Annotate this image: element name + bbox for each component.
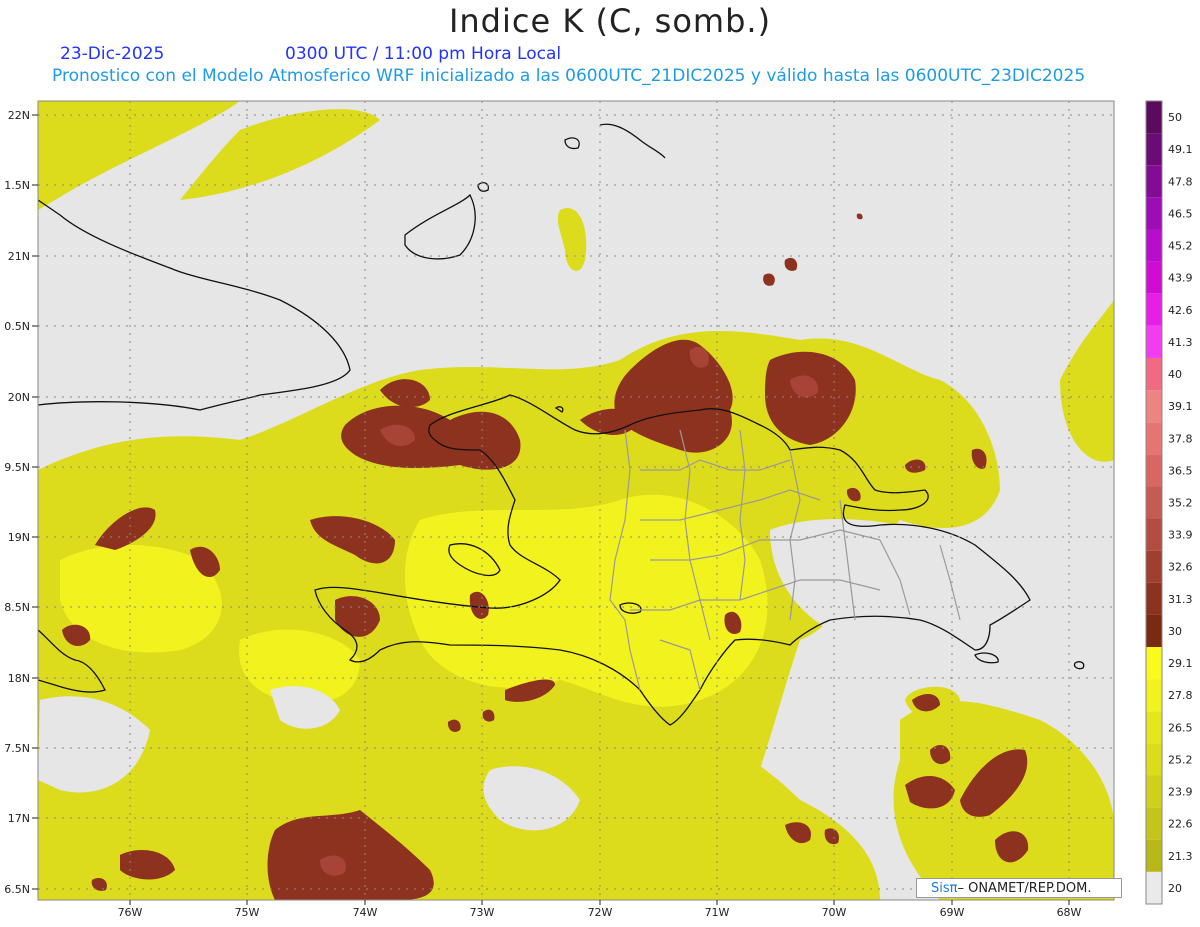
- lon-label: 68W: [1057, 906, 1082, 919]
- colorbar-swatch: [1146, 390, 1162, 423]
- lat-label: 20N: [8, 391, 30, 404]
- lon-label: 72W: [588, 906, 613, 919]
- colorbar-swatch: [1146, 357, 1162, 391]
- lat-label: 17N: [8, 812, 30, 825]
- colorbar-swatch: [1146, 454, 1162, 487]
- colorbar-swatch: [1146, 197, 1162, 230]
- k-index-map: 22N 1.5N 21N 0.5N 20N 9.5N 19N 8.5N 18N …: [4, 100, 1193, 919]
- colorbar-label: 20: [1168, 882, 1182, 895]
- lon-label: 74W: [353, 906, 378, 919]
- colorbar-swatch: [1146, 679, 1162, 712]
- longitude-ticks: [129, 900, 1070, 905]
- colorbar-swatch: [1146, 422, 1162, 455]
- lat-label: 0.5N: [4, 320, 30, 333]
- colorbar-label: 26.5: [1168, 721, 1193, 734]
- colorbar-label: 50: [1168, 111, 1182, 124]
- colorbar-swatch: [1146, 518, 1162, 551]
- colorbar-label: 35.2: [1168, 497, 1193, 510]
- colorbar-label: 46.5: [1168, 207, 1193, 220]
- longitude-labels: 76W 75W 74W 73W 72W 71W 70W 69W 68W: [118, 906, 1082, 919]
- lat-label: 7.5N: [4, 742, 30, 755]
- colorbar-label: 39.1: [1168, 400, 1193, 413]
- lon-label: 69W: [940, 906, 965, 919]
- colorbar-swatch: [1146, 293, 1162, 326]
- lon-label: 70W: [822, 906, 847, 919]
- colorbar-swatch: [1146, 325, 1162, 358]
- lat-label: 6.5N: [4, 883, 30, 896]
- lat-label: 9.5N: [4, 461, 30, 474]
- colorbar-swatch: [1146, 101, 1162, 134]
- colorbar-label: 31.3: [1168, 593, 1193, 606]
- colorbar-swatch: [1146, 582, 1162, 615]
- colorbar-label: 29.1: [1168, 657, 1193, 670]
- colorbar-label: 30: [1168, 625, 1182, 638]
- colorbar-label: 49.1: [1168, 143, 1193, 156]
- lat-label: 19N: [8, 531, 30, 544]
- lon-label: 76W: [118, 906, 143, 919]
- colorbar: 50 49.1 47.8 46.5 45.2 43.9 42.6 41.3 40 39.1 37.8…: [1145, 100, 1193, 905]
- lat-label: 22N: [8, 109, 30, 122]
- colorbar-swatch: [1146, 261, 1162, 294]
- colorbar-label: 25.2: [1168, 753, 1193, 766]
- lat-label: 1.5N: [4, 179, 30, 192]
- colorbar-label: 47.8: [1168, 175, 1193, 188]
- credit-box: Sisπ– ONAMET/REP.DOM.: [916, 878, 1122, 898]
- lat-label: 18N: [8, 672, 30, 685]
- colorbar-label: 43.9: [1168, 272, 1193, 285]
- colorbar-swatch: [1146, 165, 1162, 198]
- colorbar-swatch: [1146, 807, 1162, 840]
- colorbar-swatch: [1146, 839, 1162, 872]
- colorbar-label: 40: [1168, 368, 1182, 381]
- colorbar-swatch: [1146, 614, 1162, 648]
- latitude-labels: 22N 1.5N 21N 0.5N 20N 9.5N 19N 8.5N 18N …: [4, 109, 30, 896]
- colorbar-swatch: [1146, 775, 1162, 808]
- lat-label: 8.5N: [4, 601, 30, 614]
- credit-org: – ONAMET/REP.DOM.: [957, 881, 1092, 896]
- colorbar-label: 21.3: [1168, 850, 1193, 863]
- colorbar-swatch: [1146, 743, 1162, 776]
- colorbar-swatch: [1146, 486, 1162, 519]
- colorbar-label: 27.8: [1168, 689, 1193, 702]
- colorbar-label: 41.3: [1168, 336, 1193, 349]
- colorbar-swatch: [1146, 229, 1162, 262]
- colorbar-swatch: [1146, 711, 1162, 744]
- lon-label: 71W: [705, 906, 730, 919]
- lon-label: 73W: [470, 906, 495, 919]
- colorbar-label: 22.6: [1168, 818, 1193, 831]
- colorbar-label: 45.2: [1168, 240, 1193, 253]
- colorbar-label: 33.9: [1168, 529, 1193, 542]
- colorbar-label: 42.6: [1168, 304, 1193, 317]
- colorbar-swatch: [1146, 133, 1162, 166]
- colorbar-label: 23.9: [1168, 786, 1193, 799]
- colorbar-swatch: [1146, 871, 1162, 904]
- colorbar-swatch: [1146, 647, 1162, 680]
- colorbar-label: 37.8: [1168, 432, 1193, 445]
- colorbar-label: 32.6: [1168, 561, 1193, 574]
- colorbar-label: 36.5: [1168, 464, 1193, 477]
- lat-label: 21N: [8, 250, 30, 263]
- latitude-ticks: [32, 114, 38, 890]
- sistt-logo: Sisπ: [931, 881, 958, 896]
- lon-label: 75W: [235, 906, 260, 919]
- colorbar-swatch: [1146, 550, 1162, 583]
